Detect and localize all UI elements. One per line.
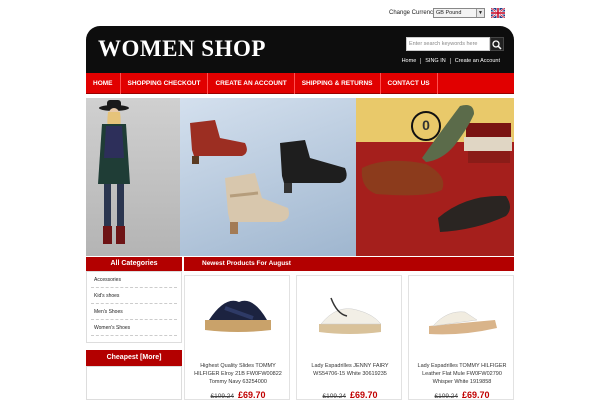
category-womens-shoes[interactable]: Women's Shoes (91, 320, 177, 336)
nav-create-account[interactable]: CREATE AN ACCOUNT (208, 73, 295, 94)
home-link[interactable]: Home (398, 58, 421, 64)
header-links: Home SING IN Create an Account (398, 58, 504, 64)
banner-boots-panel (180, 98, 356, 256)
nav-shopping-checkout[interactable]: SHOPPING CHECKOUT (121, 73, 209, 94)
create-account-link[interactable]: Create an Account (449, 58, 504, 64)
currency-selected: GB Pound (436, 10, 462, 16)
category-list: Accessories Kid's shoes Men's Shoes Wome… (86, 271, 182, 343)
main-nav: HOME SHOPPING CHECKOUT CREATE AN ACCOUNT… (86, 73, 514, 94)
product-grid: Highest Quality Slides TOMMY HILFIGER El… (184, 275, 514, 400)
hero-banner[interactable]: 0 (86, 98, 514, 256)
boots-image (190, 120, 347, 234)
banner-badge: 0 (422, 117, 430, 133)
old-price: £109.24 (322, 393, 346, 400)
product-price: £109.24 £69.70 (185, 390, 291, 400)
search-input[interactable]: Enter search keywords here (406, 37, 490, 51)
new-price: £69.70 (349, 390, 378, 400)
product-price: £109.24 £69.70 (297, 390, 403, 400)
chevron-down-icon: ▼ (476, 9, 484, 17)
product-name[interactable]: Highest Quality Slides TOMMY HILFIGER El… (188, 362, 288, 386)
nav-shipping-returns[interactable]: SHIPPING & RETURNS (295, 73, 381, 94)
search-icon (492, 40, 502, 50)
product-name[interactable]: Lady Espadrilles JENNY FAIRY WS54706-15 … (300, 362, 400, 378)
mens-shoes-image: 0 (361, 105, 512, 232)
product-image (429, 311, 497, 335)
model-image (98, 100, 130, 244)
sign-in-link[interactable]: SING IN (420, 58, 449, 64)
uk-flag-icon[interactable] (491, 8, 505, 18)
product-card[interactable]: Lady Espadrilles JENNY FAIRY WS54706-15 … (296, 275, 402, 400)
product-card[interactable]: Highest Quality Slides TOMMY HILFIGER El… (184, 275, 290, 400)
nav-contact-us[interactable]: CONTACT US (381, 73, 438, 94)
new-price: £69.70 (461, 390, 490, 400)
newest-products-heading: Newest Products For August (184, 257, 514, 271)
category-kids-shoes[interactable]: Kid's shoes (91, 288, 177, 304)
site-header: WOMEN SHOP Enter search keywords here Ho… (86, 26, 514, 73)
currency-select[interactable]: GB Pound ▼ (433, 8, 485, 18)
currency-bar: Change Currency: GB Pound ▼ (0, 0, 600, 26)
currency-label: Change Currency: (389, 10, 438, 16)
product-image (205, 300, 271, 332)
product-price: £109.24 £69.70 (409, 390, 515, 400)
banner-model-panel (86, 98, 180, 256)
categories-heading: All Categories (86, 257, 182, 271)
banner-mens-shoes-panel: 0 (356, 98, 514, 256)
old-price: £109.24 (434, 393, 458, 400)
old-price: £109.24 (210, 393, 234, 400)
cheapest-box (86, 366, 182, 400)
product-name[interactable]: Lady Espadrilles TOMMY HILFIGER Leather … (412, 362, 512, 386)
product-card[interactable]: Lady Espadrilles TOMMY HILFIGER Leather … (408, 275, 514, 400)
new-price: £69.70 (237, 390, 266, 400)
search-button[interactable] (490, 37, 504, 51)
cheapest-heading[interactable]: Cheapest [More] (86, 350, 182, 366)
product-image (319, 297, 382, 334)
category-accessories[interactable]: Accessories (91, 272, 177, 288)
nav-home[interactable]: HOME (86, 73, 121, 94)
site-logo[interactable]: WOMEN SHOP (98, 36, 266, 62)
category-mens-shoes[interactable]: Men's Shoes (91, 304, 177, 320)
